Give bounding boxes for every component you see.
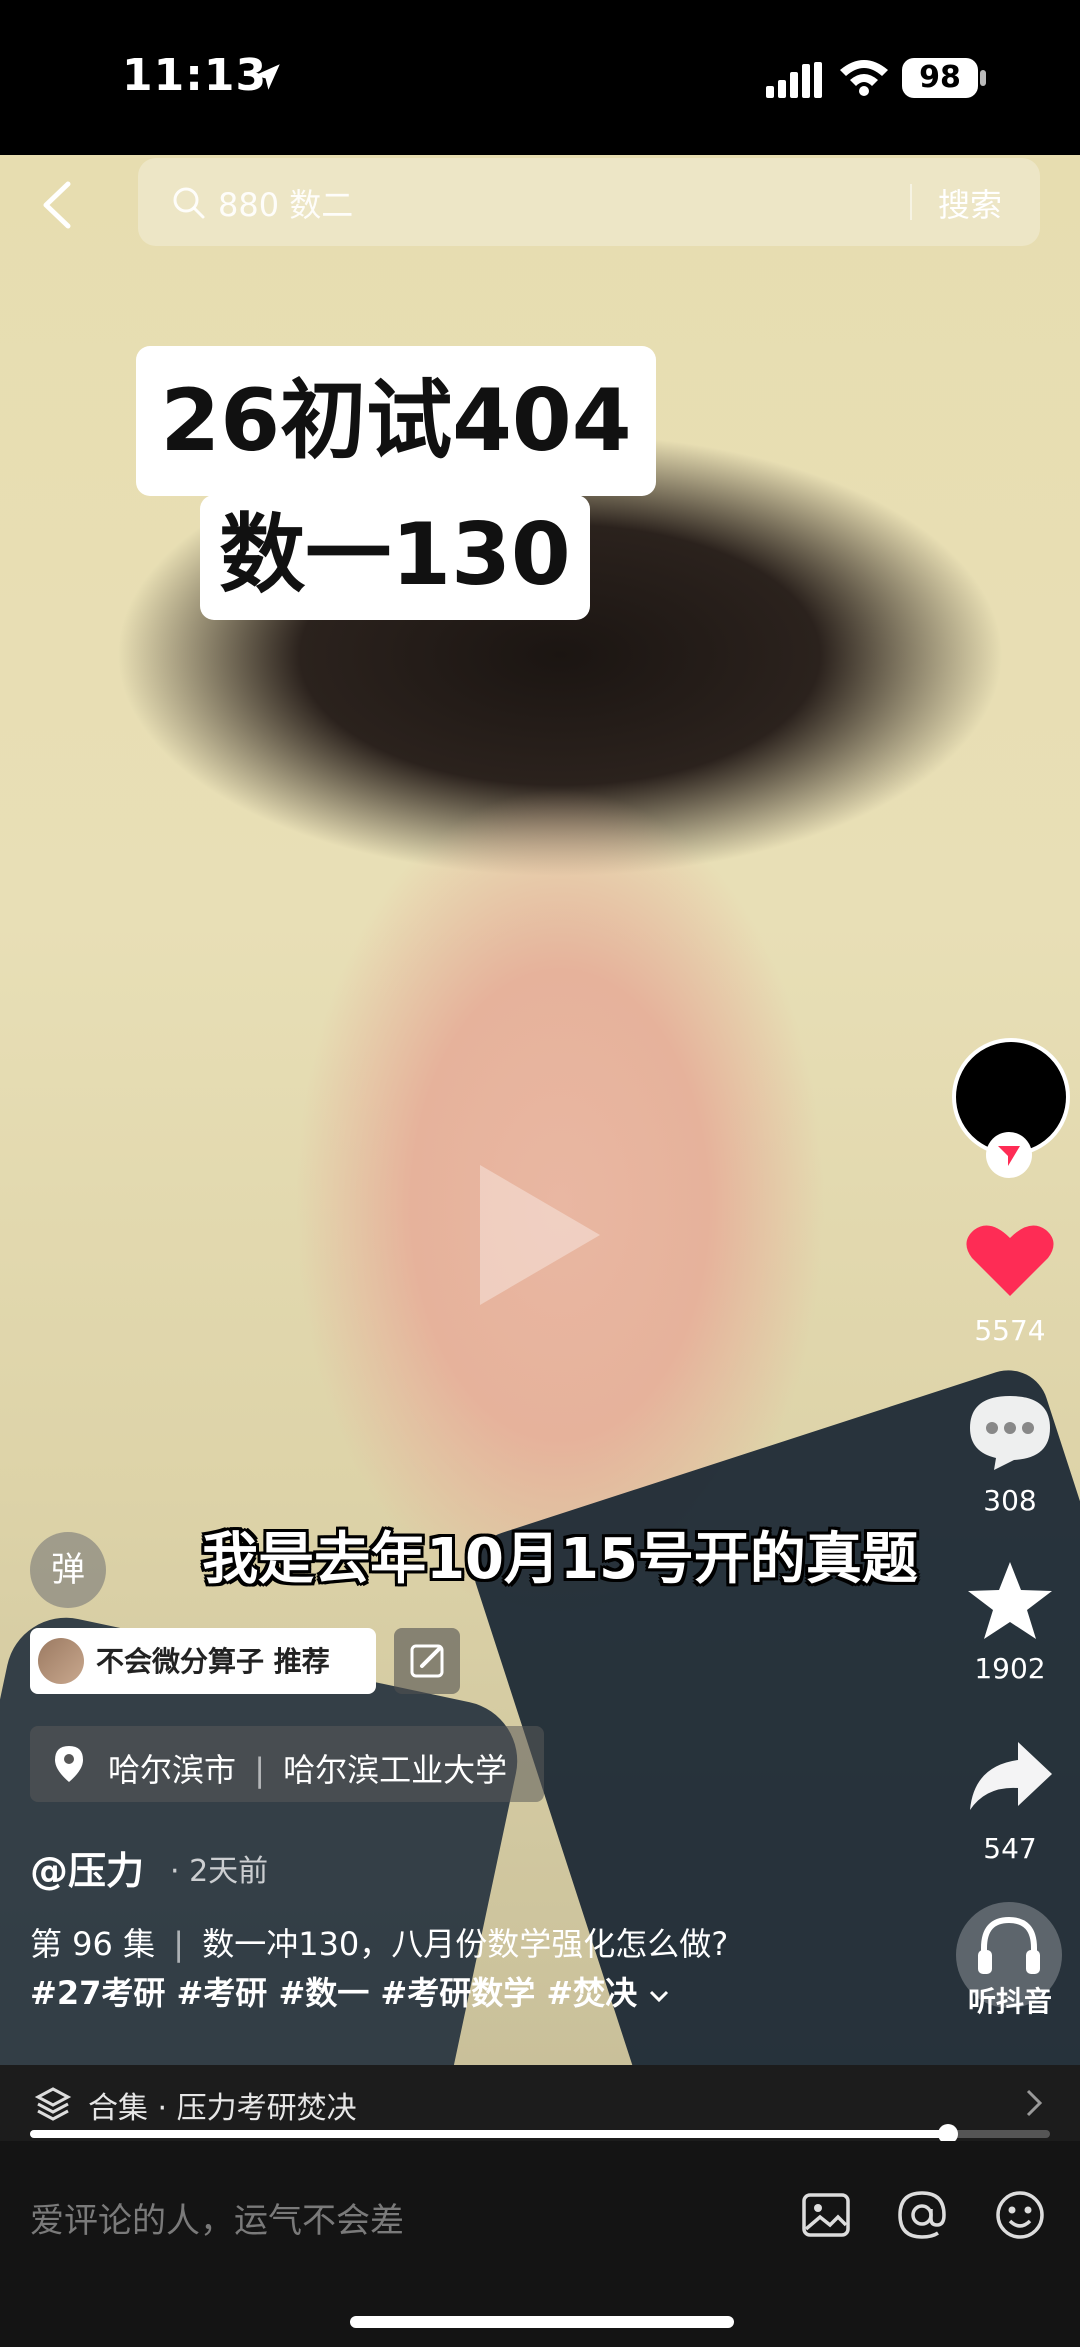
video-progress-bar[interactable] [30, 2124, 1050, 2144]
location-pin-icon [55, 1746, 83, 1782]
chevron-down-icon[interactable] [648, 1988, 670, 2004]
chevron-right-icon [1026, 2089, 1043, 2117]
image-icon[interactable] [798, 2187, 854, 2243]
hashtag-list[interactable]: #27考研 #考研 #数一 #考研数学 #焚决 [30, 1974, 637, 2012]
search-bar[interactable]: 880 数二 搜索 [138, 158, 1040, 246]
listen-label: 听抖音 [967, 1985, 1052, 2018]
recommend-avatar [38, 1638, 84, 1684]
overlay-caption-line2: 数一130 [200, 495, 590, 620]
location-arrow-icon [254, 64, 280, 90]
follow-button[interactable] [986, 1132, 1032, 1178]
location-divider: | [254, 1751, 265, 1789]
follow-arrow-icon [998, 1146, 1020, 1166]
video-subtitle: 我是去年10月15号开的真题 [202, 1527, 918, 1592]
star-icon[interactable] [964, 1560, 1056, 1640]
mention-icon[interactable] [894, 2187, 950, 2243]
location-text: 哈尔滨市 | 哈尔滨工业大学 [108, 1745, 507, 1791]
hashtags[interactable]: #27考研 #考研 #数一 #考研数学 #焚决 [30, 1968, 670, 2014]
edit-icon [410, 1644, 444, 1678]
post-description: 第 96 集 | 数一冲130，八月份数学强化怎么做? [30, 1920, 930, 1968]
home-indicator[interactable] [350, 2316, 734, 2328]
recommend-text: 不会微分算子 推荐 [96, 1645, 330, 1678]
favorite-count: 1902 [974, 1652, 1046, 1685]
like-count: 5574 [974, 1314, 1046, 1347]
location-place: 哈尔滨工业大学 [283, 1751, 508, 1789]
danmu-toggle[interactable]: 弹 [30, 1532, 106, 1608]
status-time: 11:13 [122, 50, 268, 101]
post-title: 数一冲130，八月份数学强化怎么做? [202, 1925, 729, 1963]
cellular-signal-icon [766, 62, 822, 98]
battery-indicator: 98 [902, 58, 978, 98]
author-name[interactable]: @压力 [30, 1840, 144, 1895]
comment-input[interactable]: 爱评论的人，运气不会差 [30, 2193, 404, 2242]
comment-icon[interactable] [964, 1392, 1056, 1472]
collection-label: 合集 · 压力考研焚决 [88, 2091, 357, 2126]
post-time: · 2天前 [170, 1854, 269, 1889]
share-icon[interactable] [964, 1736, 1056, 1816]
emoji-icon[interactable] [992, 2187, 1048, 2243]
comment-count: 308 [983, 1484, 1037, 1517]
play-icon[interactable] [470, 1155, 610, 1315]
location-tag[interactable]: 哈尔滨市 | 哈尔滨工业大学 [30, 1726, 544, 1802]
episode-number[interactable]: 第 96 集 [30, 1925, 155, 1963]
overlay-caption-line1: 26初试404 [136, 346, 656, 496]
recommend-tag[interactable]: 不会微分算子 推荐 [30, 1628, 376, 1694]
edit-button[interactable] [394, 1628, 460, 1694]
battery-nub [980, 70, 986, 86]
layers-icon [34, 2087, 72, 2121]
search-icon [173, 187, 205, 219]
search-button[interactable]: 搜索 [938, 180, 1002, 226]
location-city: 哈尔滨市 [108, 1751, 237, 1789]
headphones-icon [978, 1916, 1040, 1974]
search-query[interactable]: 880 数二 [218, 180, 353, 226]
search-divider [910, 184, 912, 220]
wifi-icon [840, 60, 888, 96]
progress-fill [30, 2130, 948, 2138]
desc-divider: | [173, 1925, 185, 1963]
status-bar: 11:13 98 [0, 0, 1080, 155]
heart-icon[interactable] [964, 1220, 1056, 1300]
back-arrow-icon[interactable] [38, 180, 78, 230]
share-count: 547 [983, 1832, 1037, 1865]
